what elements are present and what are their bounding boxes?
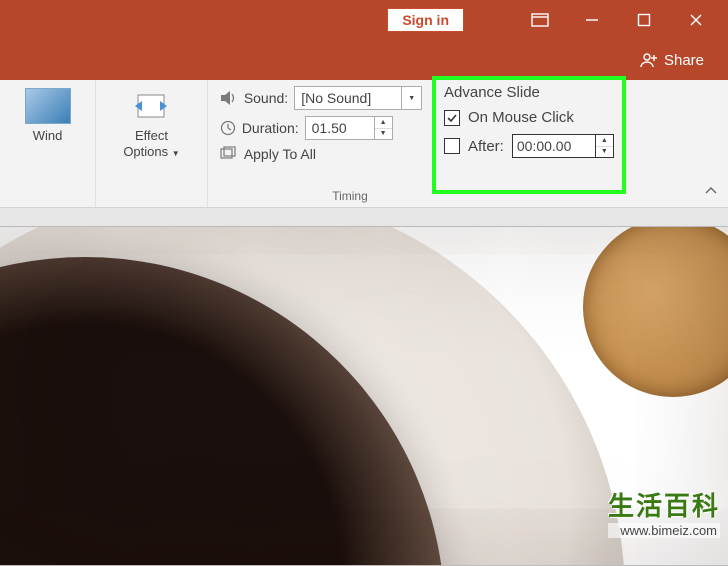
- apply-to-all-label: Apply To All: [244, 146, 316, 162]
- spinner-up-icon[interactable]: ▲: [596, 135, 613, 147]
- advance-slide-header: Advance Slide: [444, 84, 614, 101]
- signin-button[interactable]: Sign in: [387, 8, 464, 32]
- sound-row: Sound: [No Sound] ▼: [220, 86, 422, 110]
- on-mouse-click-row: On Mouse Click: [444, 109, 614, 126]
- effect-options-group: Effect Options ▼: [96, 80, 208, 207]
- minimize-button[interactable]: [566, 0, 618, 40]
- watermark-text-cn: 生活百科: [608, 486, 720, 523]
- minimize-icon: [585, 13, 599, 27]
- close-icon: [689, 13, 703, 27]
- after-checkbox[interactable]: [444, 138, 460, 154]
- sound-dropdown-button[interactable]: ▼: [402, 86, 422, 110]
- sound-label: Sound:: [244, 90, 288, 106]
- maximize-icon: [637, 13, 651, 27]
- watermark: 生活百科 www.bimeiz.com: [608, 486, 720, 538]
- share-label: Share: [664, 52, 704, 69]
- clock-icon: [220, 120, 236, 136]
- maximize-button[interactable]: [618, 0, 670, 40]
- wind-label: Wind: [33, 128, 63, 144]
- chevron-down-icon: ▼: [408, 95, 415, 102]
- share-button[interactable]: Share: [640, 51, 704, 69]
- collapse-ribbon-button[interactable]: [704, 183, 718, 201]
- transition-wind-button[interactable]: Wind: [19, 86, 77, 146]
- effect-options-icon: [131, 88, 171, 124]
- spinner-down-icon[interactable]: ▼: [375, 129, 392, 140]
- after-label: After:: [468, 138, 504, 155]
- duration-input[interactable]: 01.50: [305, 116, 375, 140]
- wind-transition-icon: [25, 88, 71, 124]
- share-bar: Share: [0, 40, 728, 80]
- chevron-down-icon: ▼: [172, 149, 180, 158]
- checkmark-icon: [446, 112, 458, 124]
- effect-options-button[interactable]: Effect Options ▼: [117, 86, 185, 163]
- chevron-up-icon: [704, 186, 718, 196]
- slide-editor-area: 生活百科 www.bimeiz.com: [0, 208, 728, 546]
- apply-to-all-button[interactable]: Apply To All: [220, 146, 422, 162]
- spinner-up-icon[interactable]: ▲: [375, 117, 392, 129]
- duration-spinner[interactable]: ▲ ▼: [375, 116, 393, 140]
- speaker-icon: [220, 90, 238, 106]
- ribbon-display-options-button[interactable]: [514, 0, 566, 40]
- effect-options-label: Effect Options ▼: [123, 128, 179, 161]
- close-button[interactable]: [670, 0, 722, 40]
- after-spinner[interactable]: ▲ ▼: [596, 134, 614, 158]
- transition-gallery-group: Wind: [0, 80, 96, 207]
- advance-slide-group: Advance Slide On Mouse Click After: 00:0…: [432, 76, 626, 194]
- duration-label: Duration:: [242, 120, 299, 136]
- spinner-down-icon[interactable]: ▼: [596, 147, 613, 158]
- window-titlebar: Sign in: [0, 0, 728, 40]
- share-person-icon: [640, 51, 658, 69]
- on-mouse-click-checkbox[interactable]: [444, 110, 460, 126]
- after-row: After: 00:00.00 ▲ ▼: [444, 134, 614, 158]
- timing-group-label: Timing: [268, 189, 432, 203]
- apply-all-icon: [220, 146, 238, 162]
- watermark-url: www.bimeiz.com: [608, 523, 720, 538]
- on-mouse-click-label: On Mouse Click: [468, 109, 574, 126]
- ribbon-options-icon: [531, 13, 549, 27]
- ribbon: Wind Effect Options ▼ Sound: [No Sound] …: [0, 80, 728, 208]
- timing-group: Sound: [No Sound] ▼ Duration: 01.50 ▲ ▼: [208, 80, 432, 207]
- after-time-input[interactable]: 00:00.00: [512, 134, 596, 158]
- sound-select-value[interactable]: [No Sound]: [294, 86, 402, 110]
- duration-row: Duration: 01.50 ▲ ▼: [220, 116, 422, 140]
